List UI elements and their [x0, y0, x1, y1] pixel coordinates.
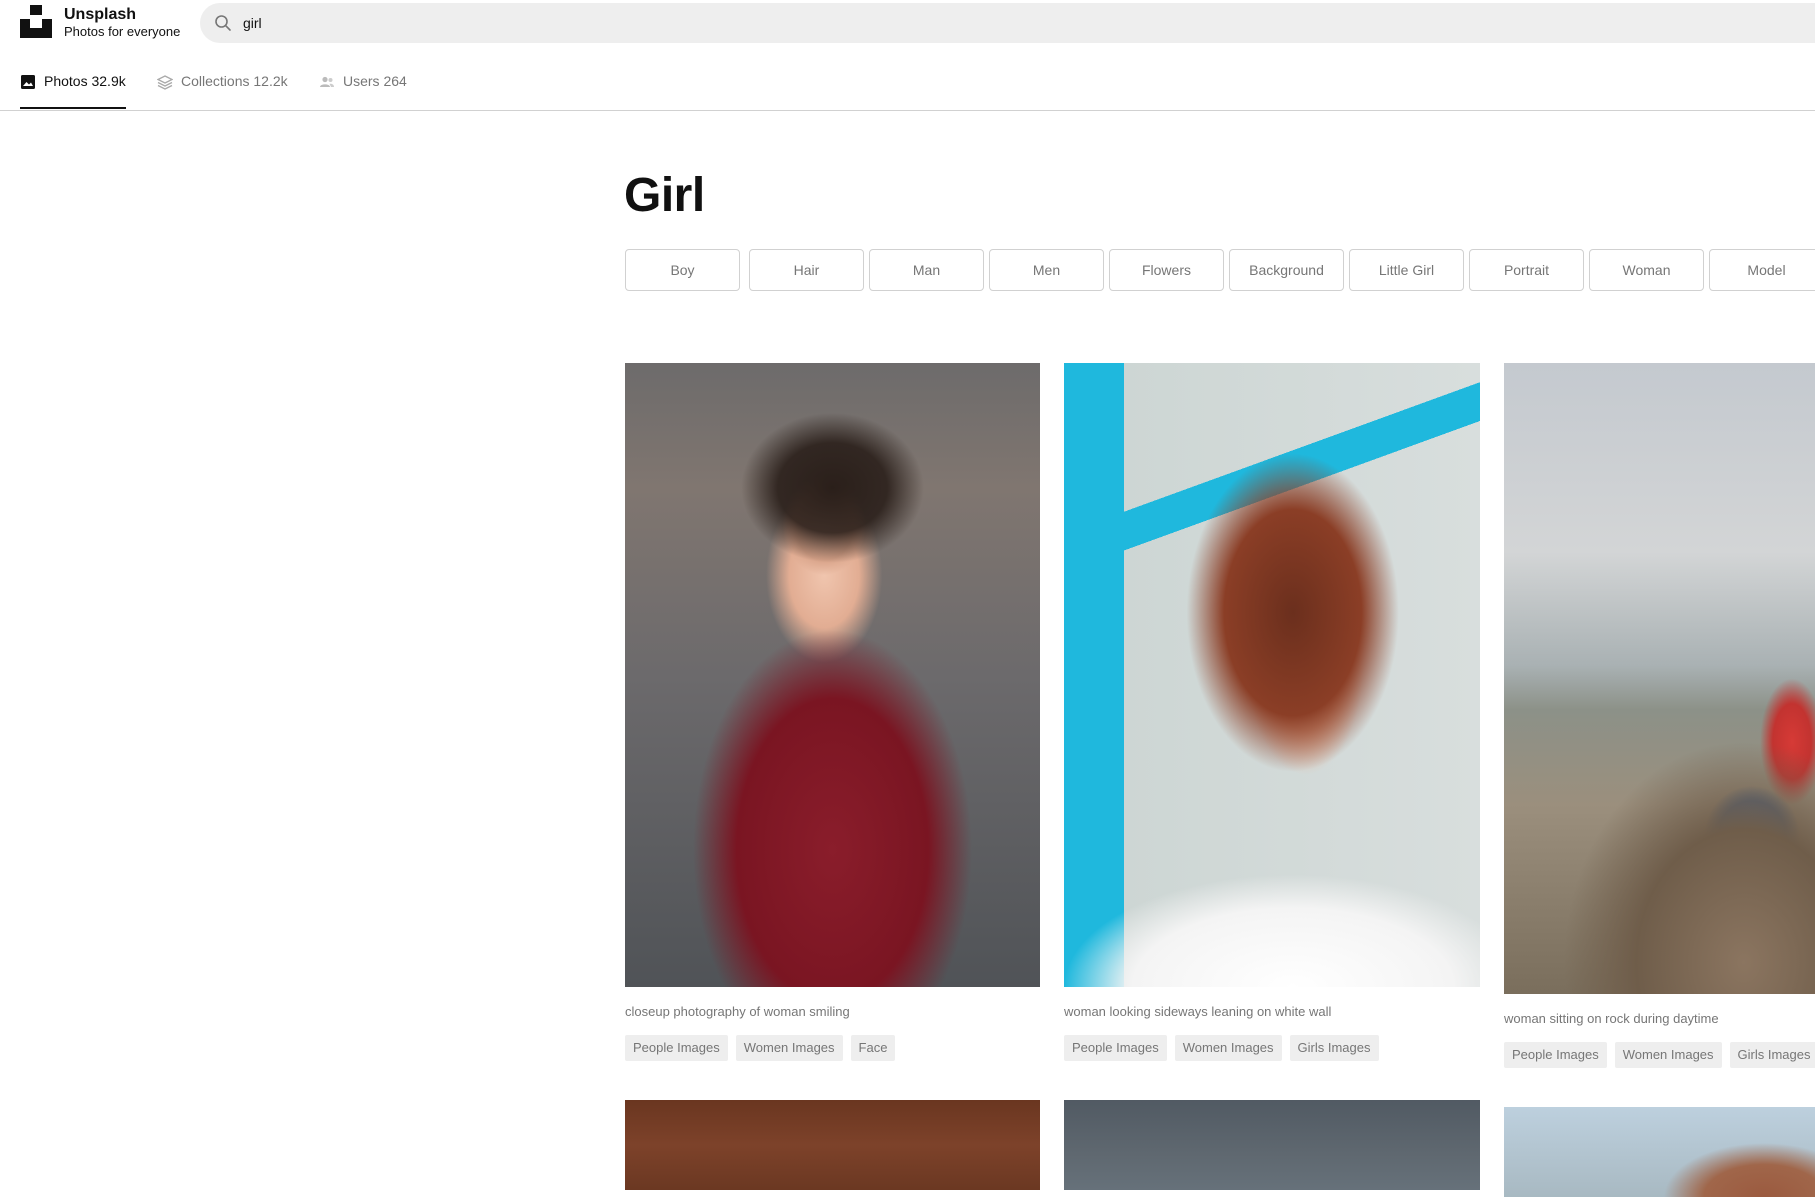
brand-name[interactable]: Unsplash [64, 6, 136, 24]
related-search-hair[interactable]: Hair [749, 249, 864, 291]
photo-caption: woman looking sideways leaning on white … [1064, 1004, 1332, 1019]
related-search-flowers[interactable]: Flowers [1109, 249, 1224, 291]
top-header: Unsplash Photos for everyone [0, 0, 1815, 46]
photo-tag[interactable]: Girls Images [1729, 1042, 1815, 1068]
photo-tag-list: People Images Women Images Face [625, 1035, 896, 1061]
related-search-background[interactable]: Background [1229, 249, 1344, 291]
users-icon [320, 76, 334, 87]
tab-collections-label: Collections 12.2k [181, 73, 288, 89]
photo-woman-smiling[interactable] [625, 363, 1040, 987]
related-search-woman[interactable]: Woman [1589, 249, 1704, 291]
photo-tag[interactable]: Women Images [735, 1035, 843, 1061]
stack-icon [157, 75, 173, 90]
tab-photos-label: Photos 32.9k [44, 73, 126, 89]
photo-tag[interactable]: People Images [1504, 1042, 1607, 1068]
photo-tag[interactable]: People Images [1064, 1035, 1167, 1061]
photo-woman-leaning-wall[interactable] [1064, 363, 1480, 987]
photo-thumbnail[interactable] [1504, 1107, 1815, 1197]
search-icon[interactable] [214, 14, 232, 32]
related-search-model[interactable]: Model [1709, 249, 1815, 291]
tab-collections[interactable]: Collections 12.2k [157, 64, 288, 109]
photo-tag[interactable]: Women Images [1614, 1042, 1722, 1068]
related-search-portrait[interactable]: Portrait [1469, 249, 1584, 291]
photo-caption: woman sitting on rock during daytime [1504, 1011, 1719, 1026]
tab-users[interactable]: Users 264 [319, 64, 407, 109]
related-search-men[interactable]: Men [989, 249, 1104, 291]
page-title: Girl [624, 169, 705, 222]
tab-users-label: Users 264 [343, 73, 407, 89]
photo-tag[interactable]: Girls Images [1289, 1035, 1379, 1061]
photo-tag[interactable]: People Images [625, 1035, 728, 1061]
related-search-man[interactable]: Man [869, 249, 984, 291]
photo-tag-list: People Images Women Images Girls Images [1504, 1042, 1815, 1068]
tab-photos[interactable]: Photos 32.9k [20, 64, 126, 109]
photo-woman-sitting-rock[interactable] [1504, 363, 1815, 994]
photo-tag[interactable]: Face [850, 1035, 896, 1061]
photo-thumbnail[interactable] [1064, 1100, 1480, 1190]
unsplash-logo[interactable] [20, 5, 52, 38]
search-result-tabs: Photos 32.9k Collections 12.2k Users 264 [0, 64, 1815, 111]
photo-tag[interactable]: Women Images [1174, 1035, 1282, 1061]
related-search-little-girl[interactable]: Little Girl [1349, 249, 1464, 291]
brand-tagline: Photos for everyone [64, 24, 181, 39]
image-icon [21, 75, 35, 89]
photo-thumbnail[interactable] [625, 1100, 1040, 1190]
photo-tag-list: People Images Women Images Girls Images [1064, 1035, 1379, 1061]
related-search-boy[interactable]: Boy [625, 249, 740, 291]
photo-caption: closeup photography of woman smiling [625, 1004, 850, 1019]
search-input[interactable] [243, 12, 1043, 34]
